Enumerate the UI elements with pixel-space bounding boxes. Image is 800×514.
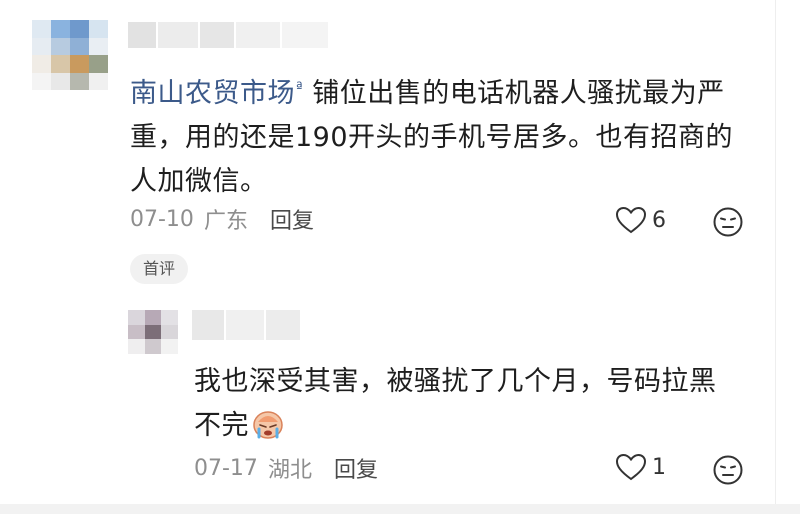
avatar-pixel [70, 20, 89, 38]
avatar-pixel [144, 310, 162, 325]
avatar-pixel [144, 339, 162, 354]
avatar-pixel [51, 72, 70, 90]
avatar-pixel [32, 72, 51, 90]
comment-text: 南山农贸市场ª 铺位出售的电话机器人骚扰最为严重，用的还是190开头的手机号居多… [130, 66, 750, 204]
crying-face-sticker-icon [253, 411, 283, 439]
mention-link[interactable]: 南山农贸市场 [130, 78, 295, 109]
heart-icon [615, 453, 647, 481]
like-button[interactable]: 6 [614, 205, 666, 235]
avatar-pixel [161, 324, 178, 340]
avatar-pixel [89, 72, 108, 90]
avatar-pixel [144, 324, 162, 340]
first-comment-badge: 首评 [130, 254, 189, 284]
avatar[interactable] [32, 20, 108, 90]
avatar-pixel [51, 55, 70, 73]
avatar-pixel [89, 20, 108, 38]
reply-text-line: 我也深受其害，被骚扰了几个月，号码拉黑 [194, 366, 717, 397]
blurred-username [192, 310, 302, 340]
avatar-pixel [70, 72, 89, 90]
avatar-pixel [32, 20, 51, 38]
avatar-pixel [161, 310, 178, 325]
avatar-pixel [32, 37, 51, 55]
reply-date: 07-17 [194, 455, 258, 481]
bottom-divider [0, 504, 800, 514]
blurred-username [128, 22, 328, 48]
comment-meta: 07-10 广东 回复 [130, 203, 314, 235]
emoji-reaction-icon[interactable] [712, 454, 744, 486]
heart-icon [615, 206, 647, 234]
like-count: 1 [652, 454, 666, 480]
avatar-pixel [128, 324, 145, 340]
like-count: 6 [652, 207, 666, 233]
reply-button[interactable]: 回复 [334, 452, 378, 484]
avatar-pixel [51, 37, 70, 55]
reply-text-line: 不完 [194, 410, 249, 441]
emoji-reaction-icon[interactable] [712, 206, 744, 238]
avatar-pixel [70, 55, 89, 73]
avatar-pixel [128, 310, 145, 325]
reply-text: 我也深受其害，被骚扰了几个月，号码拉黑 不完 [194, 360, 754, 448]
avatar-pixel [32, 55, 51, 73]
comment-date: 07-10 [130, 206, 194, 232]
avatar-pixel [51, 20, 70, 38]
scroll-edge [775, 0, 800, 514]
comment-location: 广东 [203, 209, 248, 234]
avatar-pixel [70, 37, 89, 55]
avatar-pixel [89, 37, 108, 55]
reply-button[interactable]: 回复 [270, 203, 314, 235]
comment-text-line: 铺位出售的电话机器人骚扰最为 [303, 78, 698, 109]
avatar[interactable] [128, 310, 178, 354]
avatar-pixel [128, 339, 145, 354]
like-button[interactable]: 1 [614, 452, 666, 482]
avatar-pixel [161, 339, 178, 354]
reply-meta: 07-17 湖北 回复 [194, 452, 378, 484]
avatar-pixel [89, 55, 108, 73]
reply-location: 湖北 [267, 458, 312, 483]
